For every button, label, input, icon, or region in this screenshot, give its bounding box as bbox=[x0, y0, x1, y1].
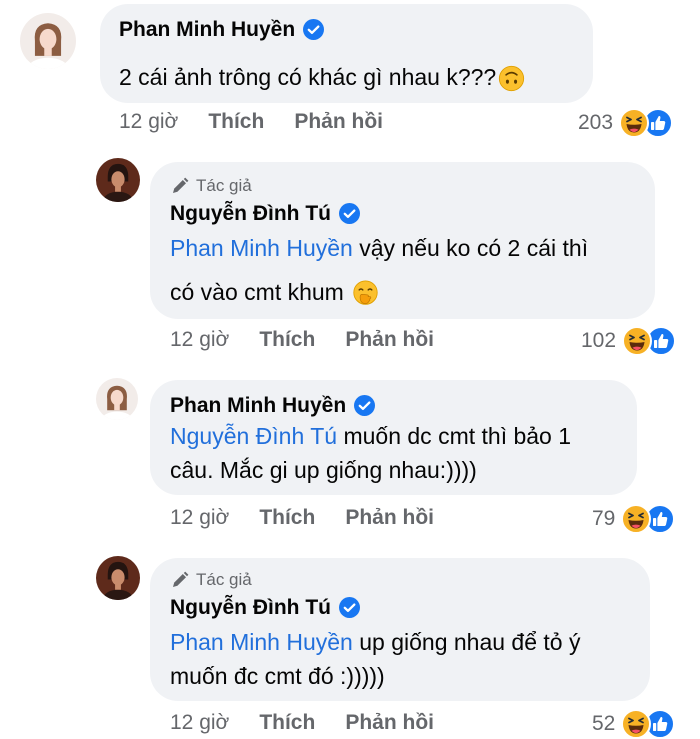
avatar-image bbox=[20, 13, 76, 69]
like-button[interactable]: Thích bbox=[208, 110, 264, 134]
avatar-image bbox=[96, 378, 138, 420]
comment-time[interactable]: 12 giờ bbox=[170, 506, 229, 530]
avatar-phan-minh-huyen[interactable] bbox=[96, 378, 138, 420]
comment-text: Phan Minh Huyền up giống nhau để tỏ ý mu… bbox=[170, 629, 581, 689]
avatar-image bbox=[96, 158, 140, 202]
comment-bubble: Tác giả Nguyễn Đình Tú Phan Minh Huyền u… bbox=[150, 558, 650, 701]
comment-bubble: Tác giả Nguyễn Đình Tú Phan Minh Huyền v… bbox=[150, 162, 655, 319]
face-with-hand-over-mouth-icon bbox=[352, 280, 379, 307]
haha-reaction-icon bbox=[621, 504, 651, 534]
avatar-nguyen-dinh-tu[interactable] bbox=[96, 158, 140, 202]
comment-time[interactable]: 12 giờ bbox=[170, 328, 229, 352]
author-badge: Tác giả bbox=[170, 570, 360, 590]
author-name[interactable]: Nguyễn Đình Tú bbox=[170, 594, 331, 621]
reaction-summary[interactable]: 79 bbox=[592, 504, 675, 534]
reaction-summary[interactable]: 203 bbox=[578, 108, 673, 138]
avatar-image bbox=[96, 556, 140, 600]
mention-link[interactable]: Phan Minh Huyền bbox=[170, 235, 353, 261]
comment-text: Phan Minh Huyền vậy nếu ko có 2 cái thì … bbox=[170, 226, 588, 314]
verified-badge-icon bbox=[303, 19, 324, 40]
reaction-summary[interactable]: 52 bbox=[592, 709, 675, 739]
reaction-count: 203 bbox=[578, 111, 614, 134]
mention-link[interactable]: Phan Minh Huyền bbox=[170, 629, 353, 655]
author-name[interactable]: Phan Minh Huyền bbox=[170, 392, 346, 419]
reaction-count: 52 bbox=[592, 712, 616, 735]
reply-button[interactable]: Phản hồi bbox=[345, 328, 434, 352]
avatar-phan-minh-huyen[interactable] bbox=[20, 13, 76, 69]
pen-icon bbox=[170, 176, 190, 196]
mention-link[interactable]: Nguyễn Đình Tú bbox=[170, 423, 337, 449]
comment-actions: 12 giờ Thích Phản hồi bbox=[119, 110, 413, 134]
like-button[interactable]: Thích bbox=[259, 506, 315, 530]
like-button[interactable]: Thích bbox=[259, 328, 315, 352]
upside-down-face-icon bbox=[498, 65, 525, 92]
comment-bubble: Phan Minh Huyền 2 cái ảnh trông có khác … bbox=[100, 4, 593, 103]
comment-time[interactable]: 12 giờ bbox=[170, 711, 229, 735]
comment-text: Nguyễn Đình Tú muốn dc cmt thì bảo 1 câu… bbox=[170, 423, 572, 483]
pen-icon bbox=[170, 570, 190, 590]
comment-actions: 12 giờ Thích Phản hồi bbox=[170, 711, 464, 735]
author-badge: Tác giả bbox=[170, 176, 360, 196]
like-button[interactable]: Thích bbox=[259, 711, 315, 735]
comment-bubble: Phan Minh Huyền Nguyễn Đình Tú muốn dc c… bbox=[150, 380, 637, 495]
reply-button[interactable]: Phản hồi bbox=[345, 506, 434, 530]
comment-time[interactable]: 12 giờ bbox=[119, 110, 178, 134]
comment-author[interactable]: Nguyễn Đình Tú bbox=[170, 594, 360, 621]
haha-reaction-icon bbox=[621, 709, 651, 739]
reaction-count: 102 bbox=[581, 329, 617, 352]
haha-reaction-icon bbox=[622, 326, 652, 356]
author-name[interactable]: Phan Minh Huyền bbox=[119, 16, 295, 43]
comment-actions: 12 giờ Thích Phản hồi bbox=[170, 506, 464, 530]
reply-button[interactable]: Phản hồi bbox=[345, 711, 434, 735]
author-name[interactable]: Nguyễn Đình Tú bbox=[170, 200, 331, 227]
comment-author[interactable]: Nguyễn Đình Tú bbox=[170, 200, 360, 227]
haha-reaction-icon bbox=[619, 108, 649, 138]
comment-actions: 12 giờ Thích Phản hồi bbox=[170, 328, 464, 352]
verified-badge-icon bbox=[339, 203, 360, 224]
author-badge-label: Tác giả bbox=[196, 176, 252, 195]
author-badge-label: Tác giả bbox=[196, 570, 252, 589]
reaction-count: 79 bbox=[592, 507, 616, 530]
verified-badge-icon bbox=[354, 395, 375, 416]
verified-badge-icon bbox=[339, 597, 360, 618]
reaction-summary[interactable]: 102 bbox=[581, 326, 676, 356]
comment-text: 2 cái ảnh trông có khác gì nhau k??? bbox=[119, 55, 525, 99]
comment-author[interactable]: Phan Minh Huyền bbox=[119, 16, 324, 43]
reply-button[interactable]: Phản hồi bbox=[294, 110, 383, 134]
avatar-nguyen-dinh-tu[interactable] bbox=[96, 556, 140, 600]
comment-author[interactable]: Phan Minh Huyền bbox=[170, 392, 375, 419]
